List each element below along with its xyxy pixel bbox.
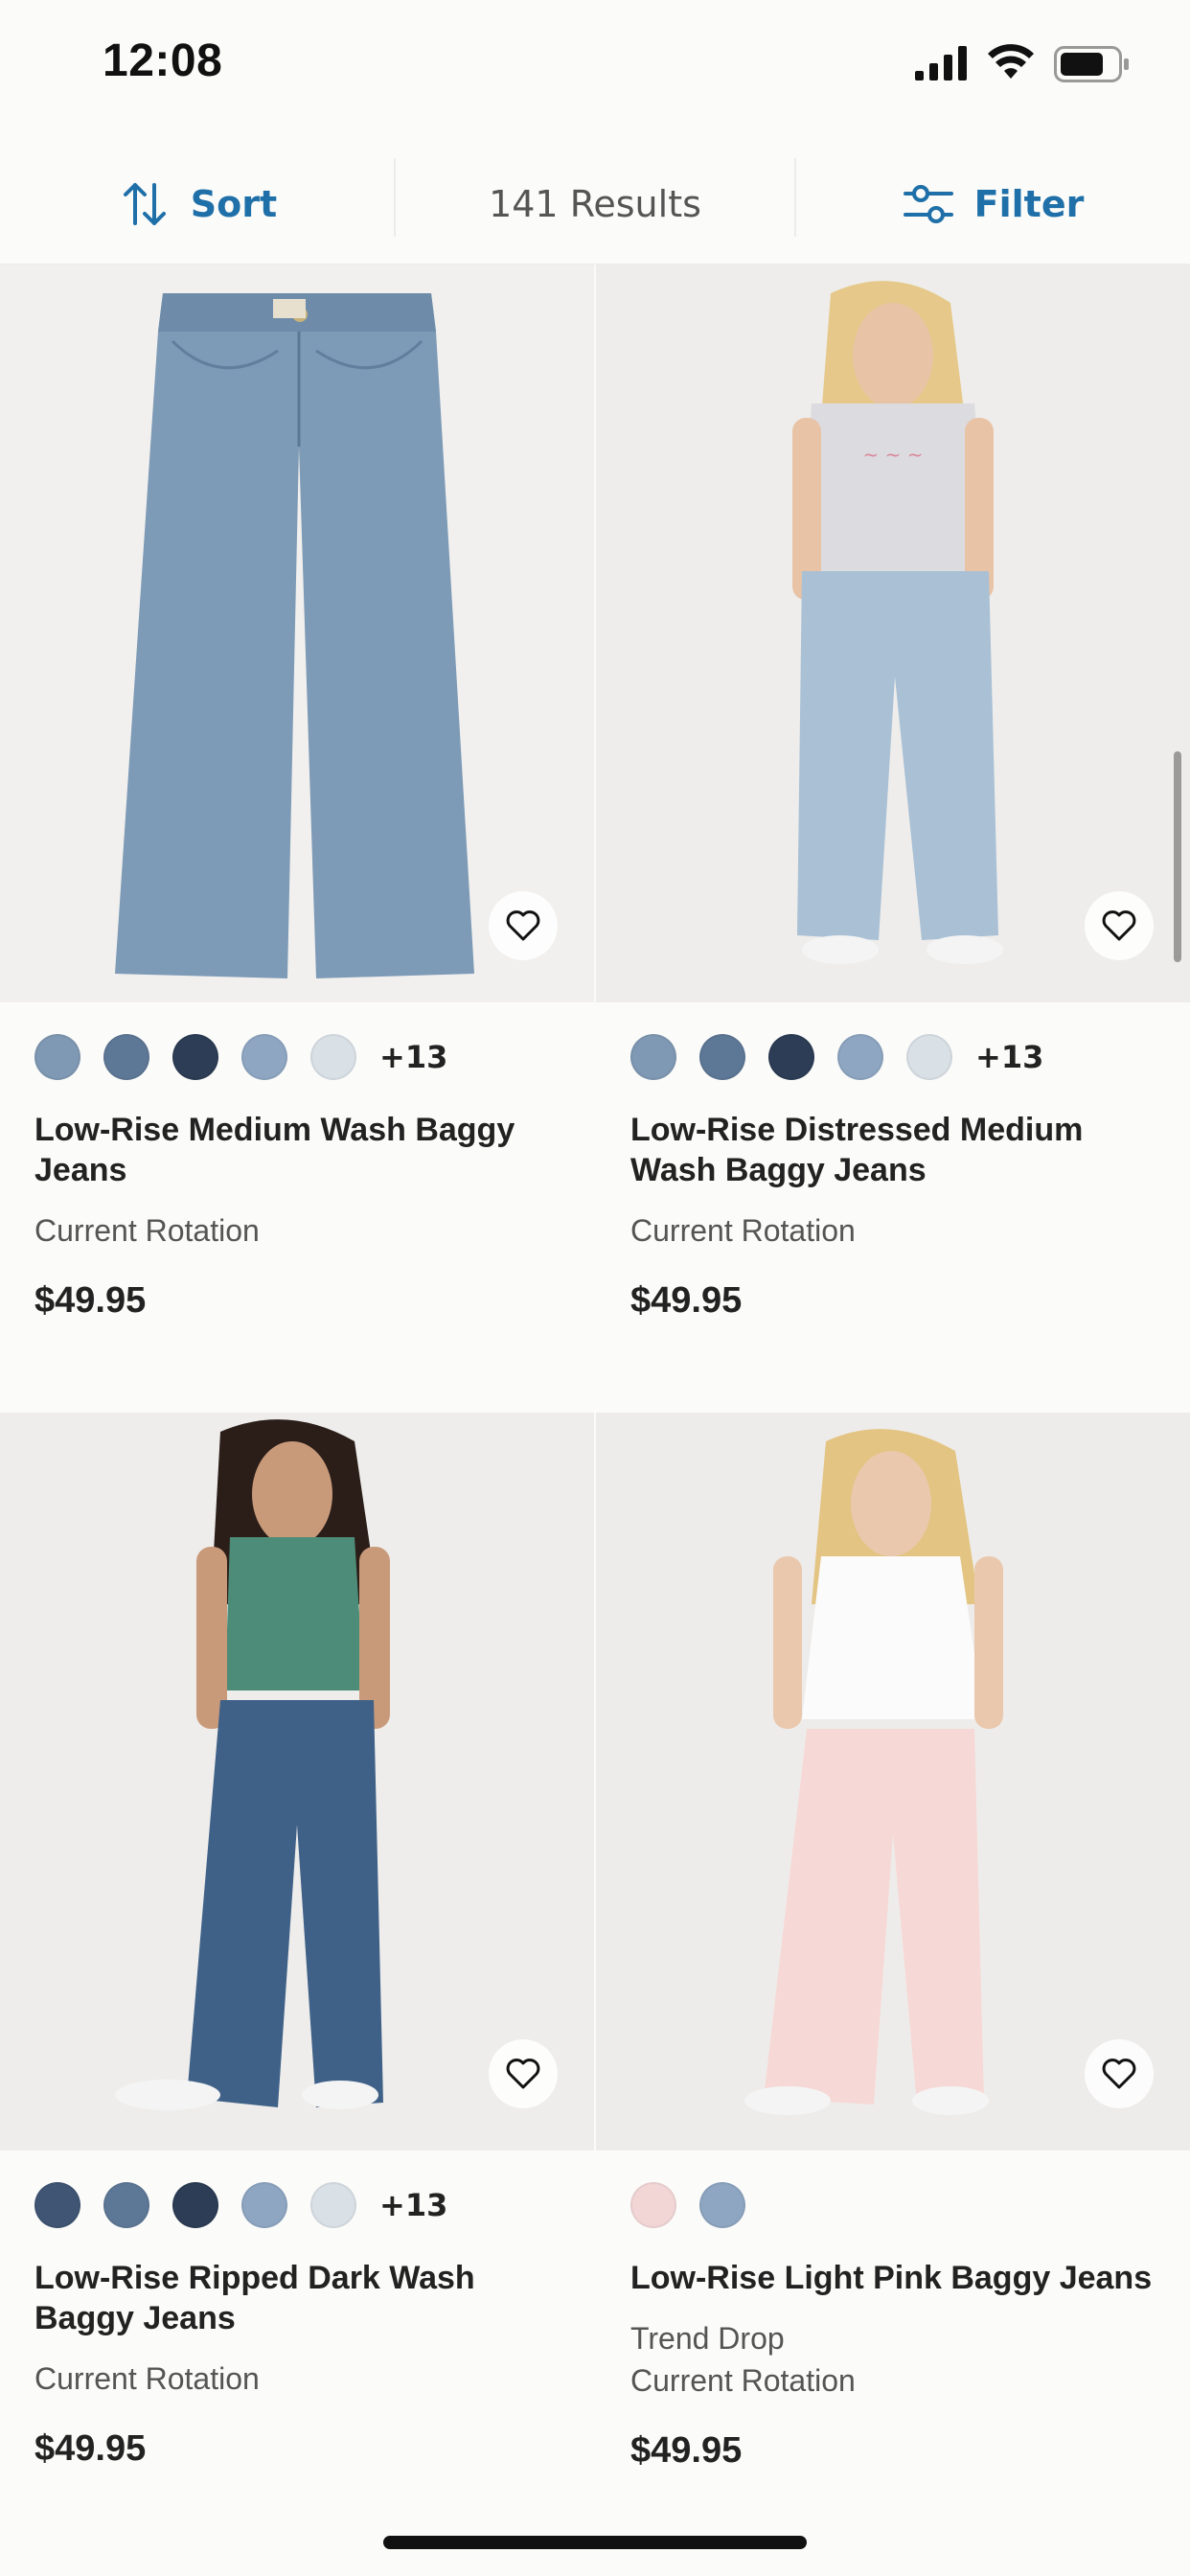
- color-swatch[interactable]: [34, 2182, 80, 2228]
- sort-label: Sort: [190, 183, 278, 225]
- product-image[interactable]: [0, 1413, 594, 2150]
- color-swatches: [630, 2181, 1190, 2229]
- home-indicator[interactable]: [383, 2536, 807, 2549]
- sort-button[interactable]: Sort: [0, 144, 395, 264]
- product-price: $49.95: [34, 1280, 147, 1321]
- product-tag: Current Rotation: [34, 2361, 260, 2396]
- color-swatch[interactable]: [630, 2182, 676, 2228]
- status-bar: 12:08: [0, 0, 1190, 134]
- product-tag: Current Rotation: [630, 2363, 856, 2398]
- filter-sliders-icon: [903, 185, 953, 223]
- product-name[interactable]: Low-Rise Distressed Medium Wash Baggy Je…: [630, 1110, 1156, 1190]
- scrollbar[interactable]: [1174, 751, 1181, 962]
- results-count-text: 141 Results: [489, 183, 701, 225]
- product-price: $49.95: [34, 2428, 147, 2469]
- color-swatch[interactable]: [906, 1034, 952, 1080]
- color-swatch[interactable]: [241, 2182, 287, 2228]
- more-colors-count[interactable]: +13: [379, 1039, 447, 1075]
- product-image[interactable]: [0, 264, 594, 1002]
- model-photo-illustration: ~ ~ ~: [596, 264, 1190, 1002]
- favorite-button[interactable]: [489, 2039, 558, 2108]
- product-name[interactable]: Low-Rise Light Pink Baggy Jeans: [630, 2258, 1156, 2298]
- product-name[interactable]: Low-Rise Medium Wash Baggy Jeans: [34, 1110, 560, 1190]
- status-time: 12:08: [103, 35, 223, 86]
- color-swatch[interactable]: [310, 1034, 356, 1080]
- heart-icon: [506, 910, 540, 941]
- color-swatch[interactable]: [310, 2182, 356, 2228]
- product-card[interactable]: +13 Low-Rise Medium Wash Baggy Jeans Cur…: [0, 264, 594, 1322]
- product-price: $49.95: [630, 2430, 743, 2471]
- color-swatches: +13: [34, 1033, 594, 1081]
- jeans-flatlay-illustration: [0, 264, 594, 1002]
- color-swatch[interactable]: [699, 1034, 745, 1080]
- product-tag: Current Rotation: [630, 1213, 856, 1248]
- favorite-button[interactable]: [489, 891, 558, 960]
- product-card[interactable]: +13 Low-Rise Ripped Dark Wash Baggy Jean…: [0, 1413, 594, 2470]
- color-swatch[interactable]: [768, 1034, 814, 1080]
- color-swatches: +13: [630, 1033, 1190, 1081]
- color-swatch[interactable]: [630, 1034, 676, 1080]
- svg-text:~ ~ ~: ~ ~ ~: [863, 443, 924, 466]
- color-swatch[interactable]: [103, 1034, 149, 1080]
- heart-icon: [506, 2058, 540, 2089]
- model-photo-illustration: [0, 1413, 594, 2150]
- filter-button[interactable]: Filter: [795, 144, 1190, 264]
- results-toolbar: Sort 141 Results Filter: [0, 144, 1190, 264]
- favorite-button[interactable]: [1085, 891, 1154, 960]
- color-swatch[interactable]: [172, 1034, 218, 1080]
- sort-arrows-icon: [123, 183, 166, 225]
- battery-icon: [1054, 46, 1129, 82]
- filter-label: Filter: [973, 183, 1085, 225]
- product-image[interactable]: ~ ~ ~: [596, 264, 1190, 1002]
- product-image[interactable]: [596, 1413, 1190, 2150]
- color-swatch[interactable]: [172, 2182, 218, 2228]
- favorite-button[interactable]: [1085, 2039, 1154, 2108]
- product-name[interactable]: Low-Rise Ripped Dark Wash Baggy Jeans: [34, 2258, 560, 2338]
- color-swatches: +13: [34, 2181, 594, 2229]
- cellular-signal-icon: [915, 46, 967, 80]
- more-colors-count[interactable]: +13: [379, 2187, 447, 2223]
- product-card[interactable]: ~ ~ ~ +13 Low-Rise Distressed Medium Was…: [596, 264, 1190, 1322]
- model-photo-illustration: [596, 1413, 1190, 2150]
- color-swatch[interactable]: [699, 2182, 745, 2228]
- color-swatch[interactable]: [103, 2182, 149, 2228]
- wifi-icon: [988, 44, 1034, 79]
- color-swatch[interactable]: [241, 1034, 287, 1080]
- product-card[interactable]: Low-Rise Light Pink Baggy Jeans Trend Dr…: [596, 1413, 1190, 2472]
- heart-icon: [1102, 910, 1136, 941]
- product-tag: Current Rotation: [34, 1213, 260, 1248]
- color-swatch[interactable]: [34, 1034, 80, 1080]
- color-swatch[interactable]: [837, 1034, 883, 1080]
- product-price: $49.95: [630, 1280, 743, 1321]
- results-count: 141 Results: [395, 144, 795, 264]
- heart-icon: [1102, 2058, 1136, 2089]
- product-tag: Trend Drop: [630, 2321, 785, 2356]
- more-colors-count[interactable]: +13: [975, 1039, 1043, 1075]
